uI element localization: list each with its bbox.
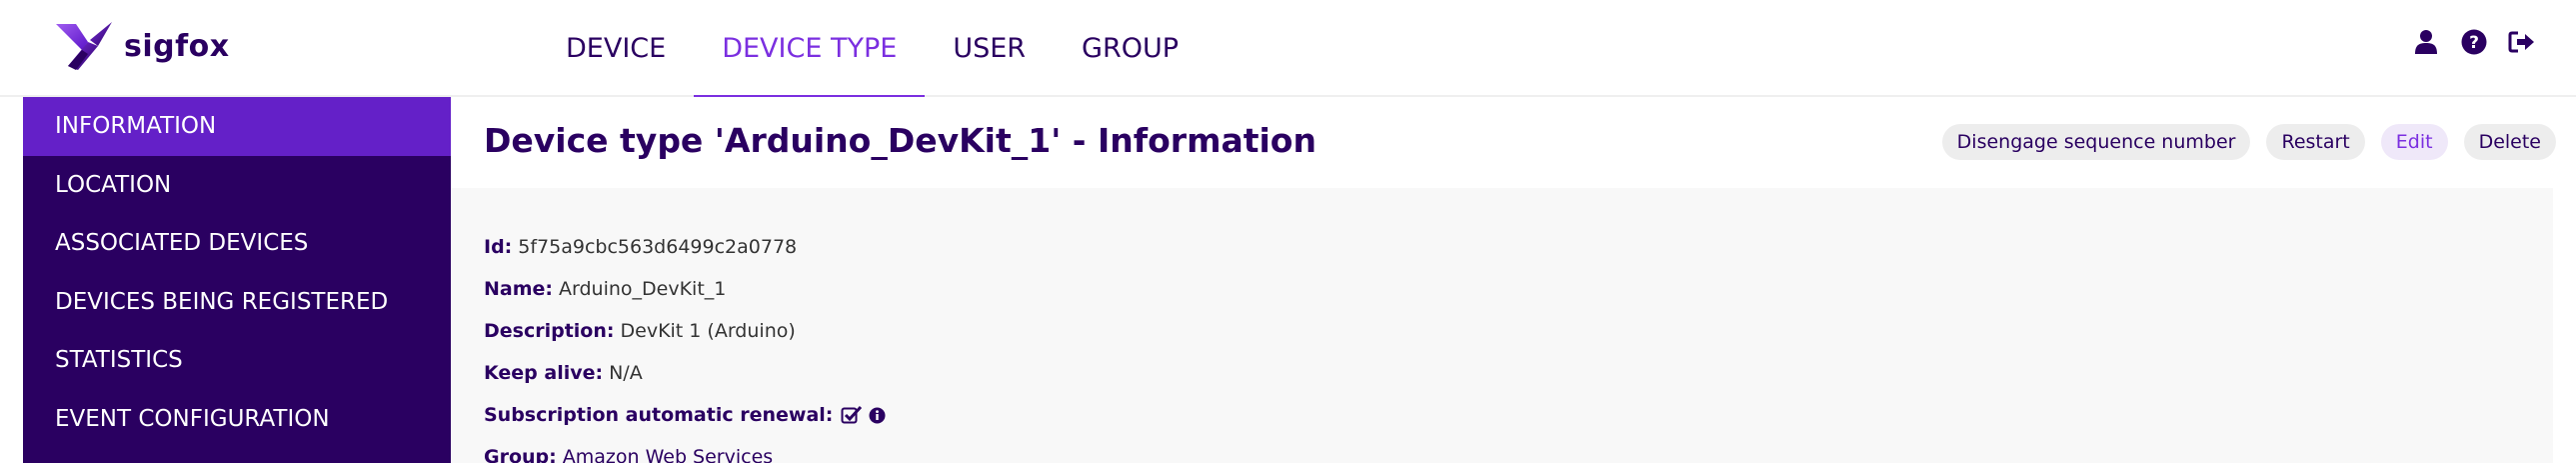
field-id: Id: 5f75a9cbc563d6499c2a0778 — [484, 236, 797, 258]
field-keep-alive: Keep alive: N/A — [484, 362, 643, 384]
field-keep-alive-label: Keep alive: — [484, 362, 604, 384]
field-name: Name: Arduino_DevKit_1 — [484, 278, 726, 300]
page-header: Device type 'Arduino_DevKit_1' - Informa… — [451, 97, 2576, 188]
field-id-label: Id: — [484, 236, 513, 258]
sidebar-item-location[interactable]: LOCATION — [23, 156, 451, 215]
header-icons: ? — [2412, 28, 2536, 56]
field-group: Group: Amazon Web Services — [484, 446, 773, 463]
main-content: Device type 'Arduino_DevKit_1' - Informa… — [451, 97, 2576, 463]
top-header: sigfox DEVICE DEVICE TYPE USER GROUP ? — [0, 0, 2576, 99]
help-icon[interactable]: ? — [2460, 28, 2488, 56]
action-buttons: Disengage sequence number Restart Edit D… — [1941, 124, 2556, 160]
edit-button[interactable]: Edit — [2380, 124, 2448, 160]
brand-name: sigfox — [124, 28, 230, 64]
sidebar-item-devices-being-registered[interactable]: DEVICES BEING REGISTERED — [23, 273, 451, 332]
field-description-value: DevKit 1 (Arduino) — [620, 320, 796, 342]
nav-device-type[interactable]: DEVICE TYPE — [694, 0, 926, 99]
field-id-value: 5f75a9cbc563d6499c2a0778 — [518, 236, 798, 258]
nav-user[interactable]: USER — [925, 0, 1054, 97]
group-link[interactable]: Amazon Web Services — [563, 446, 773, 463]
disengage-sequence-number-button[interactable]: Disengage sequence number — [1941, 124, 2251, 160]
page-title: Device type 'Arduino_DevKit_1' - Informa… — [484, 121, 1316, 160]
sidebar-item-statistics[interactable]: STATISTICS — [23, 331, 451, 390]
svg-text:?: ? — [2469, 33, 2479, 53]
user-icon[interactable] — [2412, 28, 2440, 56]
logout-icon[interactable] — [2508, 28, 2536, 56]
field-name-label: Name: — [484, 278, 554, 300]
nav-device[interactable]: DEVICE — [538, 0, 694, 97]
main-nav: DEVICE DEVICE TYPE USER GROUP — [538, 0, 1207, 99]
sidebar: INFORMATION LOCATION ASSOCIATED DEVICES … — [23, 97, 451, 463]
restart-button[interactable]: Restart — [2266, 124, 2365, 160]
field-subscription-renewal: Subscription automatic renewal: — [484, 404, 886, 426]
checked-checkbox-icon — [841, 405, 863, 425]
sigfox-logo-icon — [56, 22, 112, 70]
field-subscription-label: Subscription automatic renewal: — [484, 404, 834, 426]
sidebar-item-event-configuration[interactable]: EVENT CONFIGURATION — [23, 390, 451, 449]
delete-button[interactable]: Delete — [2463, 124, 2556, 160]
field-description-label: Description: — [484, 320, 615, 342]
information-panel: Id: 5f75a9cbc563d6499c2a0778 Name: Ardui… — [451, 188, 2553, 463]
info-icon[interactable] — [869, 407, 886, 424]
field-group-label: Group: — [484, 446, 557, 463]
field-description: Description: DevKit 1 (Arduino) — [484, 320, 796, 342]
field-keep-alive-value: N/A — [609, 362, 643, 384]
sigfox-logo[interactable]: sigfox — [54, 18, 230, 74]
sidebar-item-associated-devices[interactable]: ASSOCIATED DEVICES — [23, 214, 451, 273]
field-name-value: Arduino_DevKit_1 — [559, 278, 727, 300]
nav-group[interactable]: GROUP — [1054, 0, 1207, 97]
sidebar-item-information[interactable]: INFORMATION — [23, 97, 451, 156]
